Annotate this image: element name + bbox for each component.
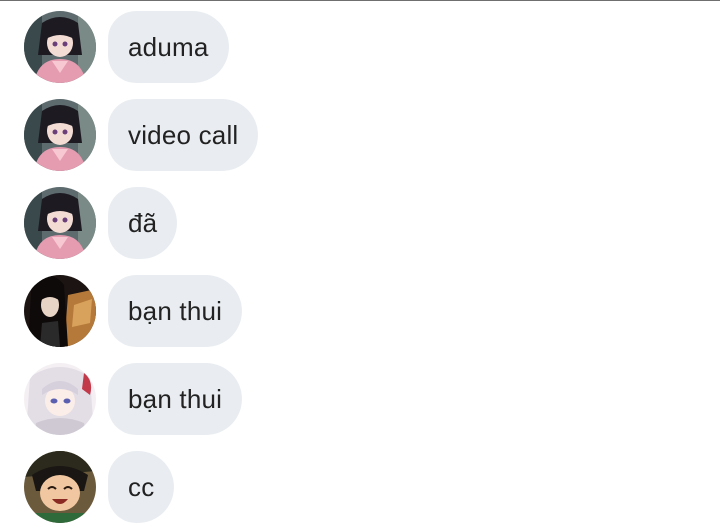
message-row: aduma [24, 11, 229, 83]
message-bubble[interactable]: đã [108, 187, 178, 259]
avatar-dark-hair-icon [24, 275, 96, 347]
message-text: đã [128, 207, 158, 238]
avatar-white-hair-icon [24, 363, 96, 435]
sender-avatar[interactable] [24, 275, 96, 347]
message-row: cc [24, 451, 175, 523]
message-bubble[interactable]: bạn thui [108, 363, 243, 435]
message-bubble[interactable]: aduma [108, 11, 229, 83]
sender-avatar[interactable] [24, 187, 96, 259]
avatar-girl-icon [24, 187, 96, 259]
message-text: bạn thui [128, 383, 223, 414]
avatar-girl-icon [24, 11, 96, 83]
message-bubble[interactable]: cc [108, 451, 175, 523]
message-row: bạn thui [24, 275, 243, 347]
avatar-girl-icon [24, 99, 96, 171]
message-text: video call [128, 119, 239, 150]
message-text: bạn thui [128, 295, 223, 326]
message-bubble[interactable]: video call [108, 99, 259, 171]
message-bubble[interactable]: bạn thui [108, 275, 243, 347]
sender-avatar[interactable] [24, 363, 96, 435]
sender-avatar[interactable] [24, 99, 96, 171]
top-divider [0, 0, 720, 1]
message-row: bạn thui [24, 363, 243, 435]
message-row: video call [24, 99, 259, 171]
sender-avatar[interactable] [24, 451, 96, 523]
message-text: cc [128, 471, 155, 502]
sender-avatar[interactable] [24, 11, 96, 83]
message-row: đã [24, 187, 178, 259]
avatar-smiling-boy-icon [24, 451, 96, 523]
message-text: aduma [128, 31, 209, 62]
